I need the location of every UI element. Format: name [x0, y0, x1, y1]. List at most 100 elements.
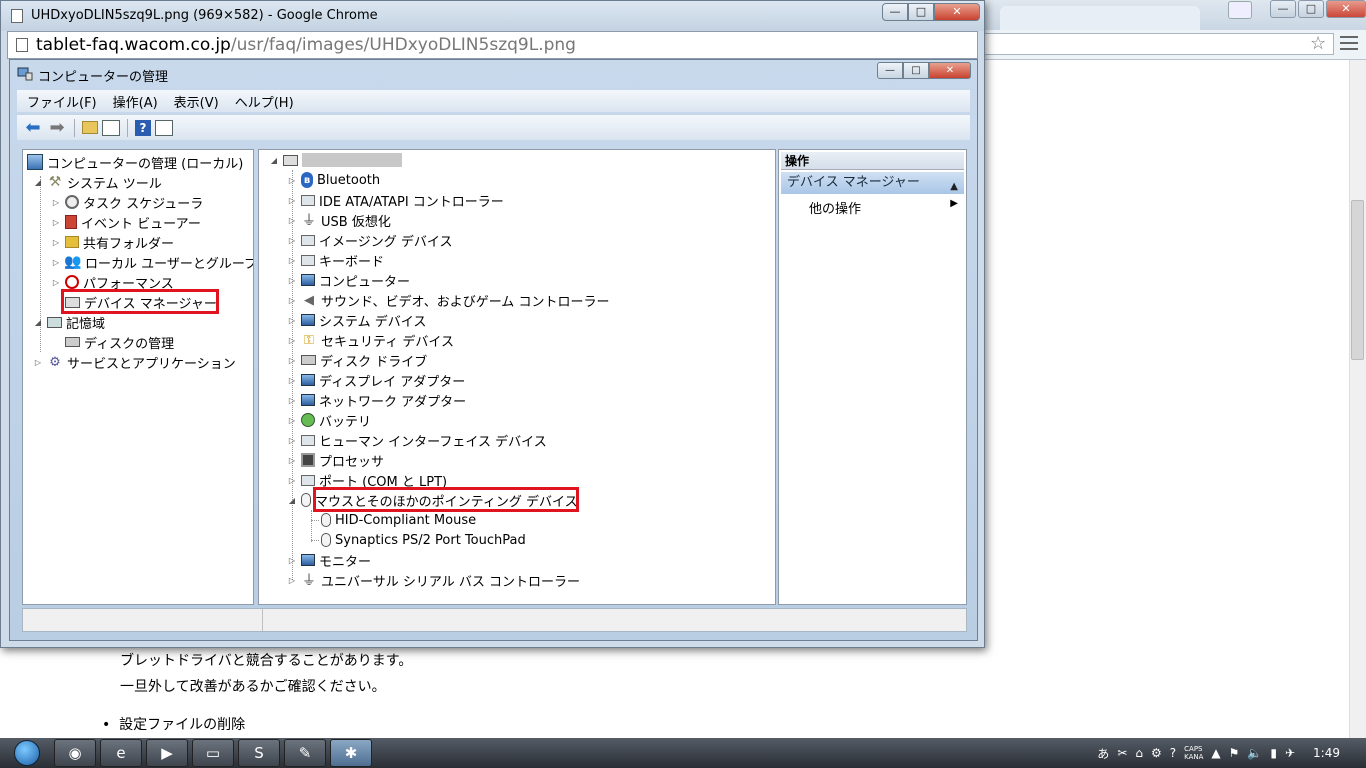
device-item[interactable]: HID-Compliant Mouse	[321, 510, 476, 530]
taskbar-app-active[interactable]: ✱	[330, 739, 372, 767]
menu-action[interactable]: 操作(A)	[113, 92, 158, 111]
bookmark-star-icon[interactable]: ☆	[1310, 34, 1330, 54]
device-category[interactable]: ▷ コンピューター	[287, 270, 410, 290]
browser-tab[interactable]	[1000, 6, 1200, 30]
collapsed-arrow-icon[interactable]: ▷	[287, 216, 297, 225]
taskbar-notepad[interactable]: ✎	[284, 739, 326, 767]
volume-icon[interactable]: 🔈	[1247, 746, 1262, 760]
device-category[interactable]: ▷ システム デバイス	[287, 310, 426, 330]
show-hidden-icons-icon[interactable]: ▲	[1211, 746, 1220, 760]
collapsed-arrow-icon[interactable]: ▷	[33, 358, 43, 367]
flag-icon[interactable]: ⚑	[1229, 746, 1240, 760]
network-icon[interactable]: ▮	[1270, 746, 1277, 760]
tree-item-disk-management[interactable]: ディスクの管理	[65, 332, 174, 352]
close-button[interactable]: ✕	[934, 3, 980, 21]
collapsed-arrow-icon[interactable]: ▷	[287, 556, 297, 565]
close-button[interactable]: ✕	[929, 62, 971, 79]
collapsed-arrow-icon[interactable]: ▷	[51, 258, 61, 267]
maximize-button[interactable]: □	[908, 3, 934, 21]
address-bar[interactable]: tablet-faq.wacom.co.jp/usr/faq/images/UH…	[7, 31, 978, 59]
submenu-arrow-icon[interactable]: ▶	[950, 198, 958, 209]
tree-item-event-viewer[interactable]: ▷ イベント ビューアー	[51, 212, 201, 232]
actions-section-device-manager[interactable]: デバイス マネージャー ▲	[781, 172, 964, 194]
page-scrollbar[interactable]	[1349, 60, 1366, 738]
scrollbar-thumb[interactable]	[1351, 200, 1364, 360]
collapsed-arrow-icon[interactable]: ▷	[287, 256, 297, 265]
taskbar-explorer[interactable]: ▭	[192, 739, 234, 767]
expanded-arrow-icon[interactable]: ◢	[33, 318, 43, 327]
maximize-button[interactable]: □	[1298, 0, 1324, 18]
collapsed-arrow-icon[interactable]: ▷	[287, 376, 297, 385]
device-category[interactable]: ▷ プロセッサ	[287, 450, 384, 470]
menu-help[interactable]: ヘルプ(H)	[235, 92, 294, 111]
tree-item-host[interactable]: ◢	[269, 150, 402, 170]
tree-item-shared-folders[interactable]: ▷ 共有フォルダー	[51, 232, 174, 252]
expanded-arrow-icon[interactable]: ◢	[33, 178, 43, 187]
help-icon[interactable]: ?	[135, 119, 151, 136]
collapsed-arrow-icon[interactable]: ▷	[287, 296, 297, 305]
expanded-arrow-icon[interactable]: ◢	[269, 156, 279, 165]
device-category[interactable]: ▷ ネットワーク アダプター	[287, 390, 466, 410]
device-category[interactable]: ▷ イメージング デバイス	[287, 230, 452, 250]
collapsed-arrow-icon[interactable]: ▷	[51, 218, 61, 227]
device-item[interactable]: Synaptics PS/2 Port TouchPad	[321, 530, 526, 550]
tree-item-computer-management[interactable]: コンピューターの管理 (ローカル)	[27, 152, 243, 172]
back-arrow-icon[interactable]: ⬅	[23, 117, 43, 138]
tree-item-system-tools[interactable]: ◢ ⚒ システム ツール	[33, 172, 162, 192]
tree-item-storage[interactable]: ◢ 記憶域	[33, 312, 105, 332]
minimize-button[interactable]: —	[1270, 0, 1296, 18]
tree-item-task-scheduler[interactable]: ▷ タスク スケジューラ	[51, 192, 203, 212]
taskbar-ie[interactable]: e	[100, 739, 142, 767]
taskbar-chrome[interactable]: ◉	[54, 739, 96, 767]
collapsed-arrow-icon[interactable]: ▷	[287, 316, 297, 325]
collapsed-arrow-icon[interactable]: ▷	[287, 176, 297, 185]
collapsed-arrow-icon[interactable]: ▷	[287, 436, 297, 445]
tree-item-services-apps[interactable]: ▷ ⚙ サービスとアプリケーション	[33, 352, 236, 372]
collapsed-arrow-icon[interactable]: ▷	[287, 396, 297, 405]
device-category[interactable]: ▷ ⚿ セキュリティ デバイス	[287, 330, 454, 350]
ime-tools-icon[interactable]: ✂	[1117, 746, 1127, 760]
window-titlebar[interactable]: UHDxyoDLIN5szq9L.png (969×582) - Google …	[1, 1, 984, 31]
minimize-button[interactable]: —	[882, 3, 908, 21]
pin-icon[interactable]: ✈	[1285, 746, 1295, 760]
device-category[interactable]: ▷ IDE ATA/ATAPI コントローラー	[287, 190, 504, 210]
url-text[interactable]: tablet-faq.wacom.co.jp/usr/faq/images/UH…	[36, 35, 576, 55]
collapse-up-icon[interactable]: ▲	[950, 176, 958, 198]
collapsed-arrow-icon[interactable]: ▷	[287, 416, 297, 425]
collapsed-arrow-icon[interactable]: ▷	[287, 196, 297, 205]
collapsed-arrow-icon[interactable]: ▷	[287, 236, 297, 245]
close-button[interactable]: ✕	[1326, 0, 1366, 18]
device-category[interactable]: ▷ モニター	[287, 550, 371, 570]
device-category[interactable]: ▷ ⏚ USB 仮想化	[287, 210, 391, 230]
mmc-titlebar[interactable]: コンピューターの管理 — □ ✕	[10, 60, 977, 88]
clock[interactable]: 1:49	[1313, 746, 1340, 760]
collapsed-arrow-icon[interactable]: ▷	[51, 198, 61, 207]
user-icon[interactable]	[1228, 1, 1252, 19]
device-category[interactable]: ▷ ディスプレイ アダプター	[287, 370, 465, 390]
expanded-arrow-icon[interactable]: ◢	[287, 496, 297, 505]
collapsed-arrow-icon[interactable]: ▷	[287, 276, 297, 285]
show-hide-tree-icon[interactable]	[102, 119, 120, 136]
ime-mode[interactable]: あ	[1097, 745, 1109, 762]
collapsed-arrow-icon[interactable]: ▷	[287, 456, 297, 465]
menu-view[interactable]: 表示(V)	[174, 92, 219, 111]
collapsed-arrow-icon[interactable]: ▷	[51, 238, 61, 247]
tree-item-local-users[interactable]: ▷ 👥 ローカル ユーザーとグループ	[51, 252, 253, 272]
ime-dictionary-icon[interactable]: ⌂	[1135, 746, 1143, 760]
taskbar-media[interactable]: ▶	[146, 739, 188, 767]
device-category[interactable]: ▷ バッテリ	[287, 410, 371, 430]
maximize-button[interactable]: □	[903, 62, 929, 79]
collapsed-arrow-icon[interactable]: ▷	[287, 476, 297, 485]
collapsed-arrow-icon[interactable]: ▷	[287, 576, 297, 585]
device-category[interactable]: ▷ ʙ Bluetooth	[287, 170, 380, 190]
ime-settings-icon[interactable]: ⚙	[1151, 746, 1162, 760]
taskbar-skype[interactable]: S	[238, 739, 280, 767]
collapsed-arrow-icon[interactable]: ▷	[51, 278, 61, 287]
other-actions-item[interactable]: 他の操作	[809, 198, 861, 217]
up-folder-icon[interactable]	[82, 121, 98, 134]
collapsed-arrow-icon[interactable]: ▷	[287, 336, 297, 345]
menu-file[interactable]: ファイル(F)	[27, 92, 97, 111]
device-category[interactable]: ▷ キーボード	[287, 250, 384, 270]
device-category[interactable]: ▷ ⏚ ユニバーサル シリアル バス コントローラー	[287, 570, 580, 590]
omnibox-field[interactable]	[984, 33, 1334, 55]
